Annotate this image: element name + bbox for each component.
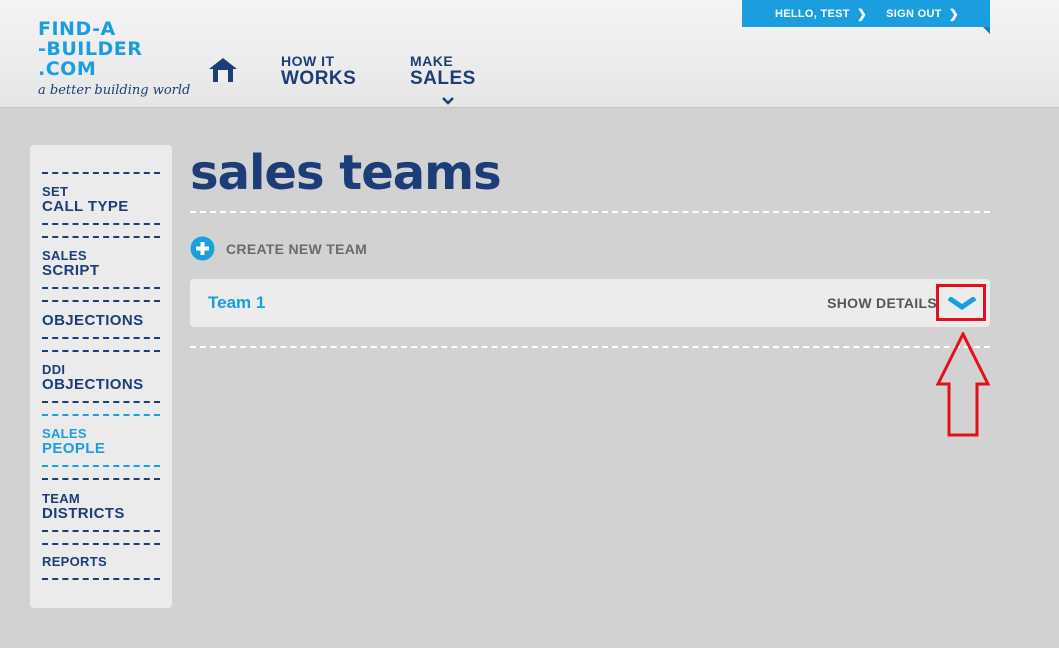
sidebar-item-objections[interactable]: OBJECTIONS	[42, 313, 144, 329]
site-header: FIND-A -BUILDER .COM a better building w…	[0, 0, 1059, 108]
create-team-label: CREATE NEW TEAM	[226, 240, 368, 257]
arrow-up-icon	[935, 332, 991, 437]
home-icon[interactable]	[207, 56, 239, 84]
sidebar-divider	[42, 401, 160, 403]
sidebar-divider	[42, 543, 160, 545]
show-details-label[interactable]: SHOW DETAILS	[827, 295, 937, 311]
sidebar-divider	[42, 223, 160, 225]
site-logo[interactable]: FIND-A -BUILDER .COM a better building w…	[38, 19, 190, 98]
user-bar: HELLO, TEST ❯ SIGN OUT ❯	[742, 0, 990, 34]
sidebar-item-top: SALES	[42, 426, 87, 441]
sidebar-item-top: SET	[42, 184, 69, 199]
sidebar-item-reports[interactable]: REPORTS	[42, 555, 107, 569]
sidebar-divider	[42, 236, 160, 238]
sidebar-item-bottom: OBJECTIONS	[42, 376, 144, 393]
account-link[interactable]: HELLO, TEST ❯	[775, 7, 867, 21]
title-divider	[190, 211, 990, 213]
logo-line-2: -BUILDER	[38, 38, 143, 60]
sidebar-item-bottom: PEOPLE	[42, 440, 106, 457]
nav-make-sales-top: MAKE	[410, 53, 454, 69]
sidebar-divider	[42, 300, 160, 302]
sidebar-divider	[42, 465, 160, 467]
sidebar-divider	[42, 350, 160, 352]
sidebar-item-set-call-type[interactable]: SET CALL TYPE	[42, 185, 129, 215]
nav-how-it-works[interactable]: HOW IT WORKS	[281, 54, 356, 89]
sidebar-divider	[42, 172, 160, 174]
sidebar: SET CALL TYPE SALES SCRIPT OBJECTIONS DD…	[30, 145, 172, 608]
sidebar-divider	[42, 578, 160, 580]
greeting-text: HELLO, TEST	[775, 7, 850, 20]
sign-out-link[interactable]: SIGN OUT ❯	[886, 7, 959, 21]
chevron-down-icon	[948, 297, 976, 310]
nav-how-it-works-top: HOW IT	[281, 53, 335, 69]
team-row: Team 1 SHOW DETAILS	[190, 279, 990, 327]
sidebar-item-top: SALES	[42, 248, 87, 263]
list-divider	[190, 346, 990, 348]
sidebar-item-sales-people[interactable]: SALES PEOPLE	[42, 427, 105, 457]
chevron-right-icon: ❯	[856, 6, 868, 21]
logo-tagline: a better building world	[38, 83, 191, 98]
chevron-down-icon	[442, 97, 454, 105]
sidebar-divider	[42, 530, 160, 532]
show-details-toggle[interactable]	[936, 284, 986, 321]
sidebar-item-bottom: CALL TYPE	[42, 198, 129, 215]
nav-make-sales-bottom: SALES	[410, 68, 476, 89]
team-name[interactable]: Team 1	[208, 293, 265, 313]
logo-line-3: .COM	[38, 58, 97, 80]
sidebar-item-bottom: REPORTS	[42, 554, 107, 569]
logo-line-1: FIND-A	[38, 18, 116, 40]
page-title: sales teams	[190, 145, 502, 201]
sidebar-item-sales-script[interactable]: SALES SCRIPT	[42, 249, 99, 279]
sidebar-divider	[42, 478, 160, 480]
nav-make-sales[interactable]: MAKE SALES	[410, 53, 476, 105]
sidebar-item-bottom: OBJECTIONS	[42, 312, 144, 329]
plus-circle-icon	[190, 236, 215, 261]
sidebar-item-team-districts[interactable]: TEAM DISTRICTS	[42, 492, 125, 522]
sidebar-item-top: DDI	[42, 362, 66, 377]
sidebar-item-bottom: SCRIPT	[42, 262, 100, 279]
sidebar-item-bottom: DISTRICTS	[42, 505, 125, 522]
sign-out-text: SIGN OUT	[886, 7, 942, 20]
create-team-button[interactable]: CREATE NEW TEAM	[190, 236, 367, 261]
sidebar-divider	[42, 337, 160, 339]
sidebar-item-top: TEAM	[42, 491, 81, 506]
sidebar-divider	[42, 414, 160, 416]
sidebar-item-ddi-objections[interactable]: DDI OBJECTIONS	[42, 363, 144, 393]
chevron-right-icon: ❯	[948, 6, 960, 21]
nav-how-it-works-bottom: WORKS	[281, 68, 357, 89]
sidebar-divider	[42, 287, 160, 289]
